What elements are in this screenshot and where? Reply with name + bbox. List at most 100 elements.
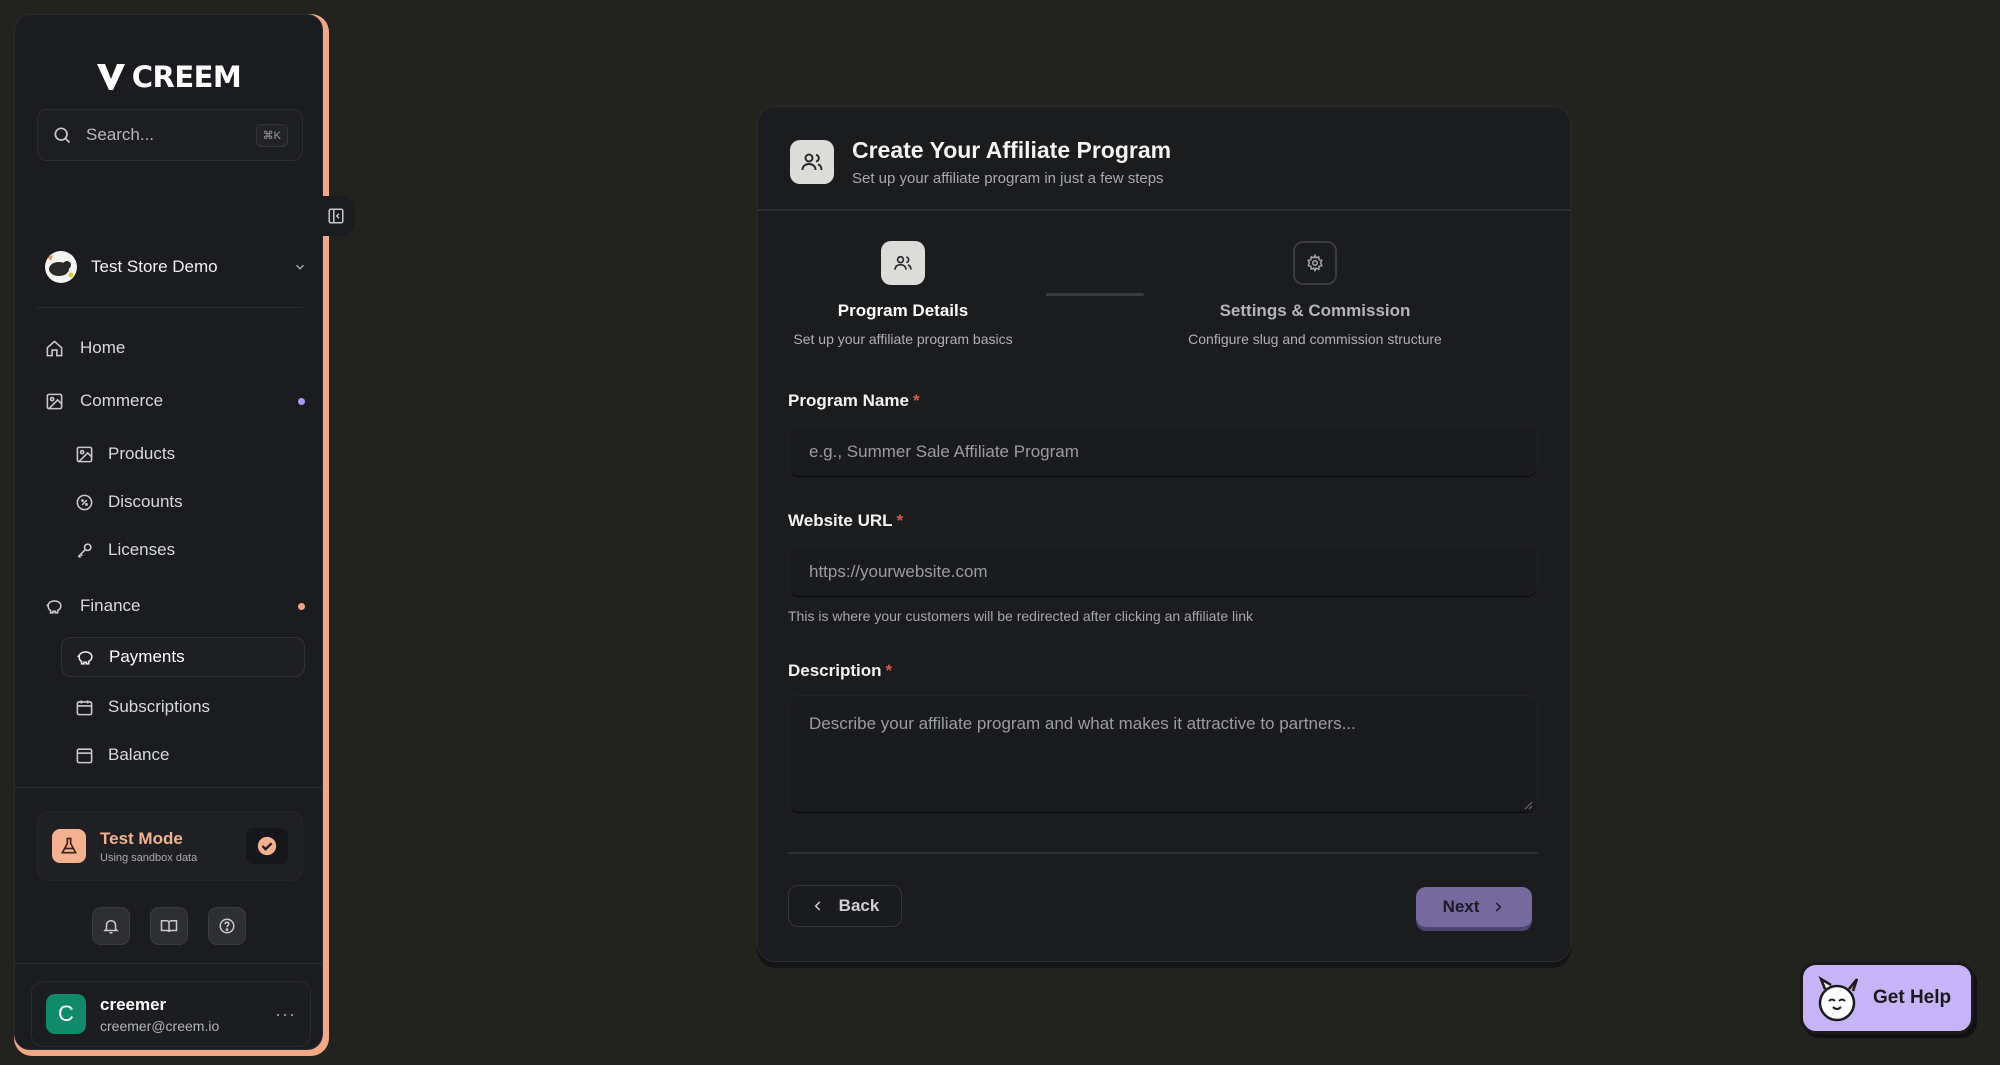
next-button-label: Next	[1442, 897, 1480, 916]
search-shortcut: ⌘K	[255, 123, 288, 147]
description-textarea[interactable]: Describe your affiliate program and what…	[788, 695, 1538, 815]
sidebar-item-balance[interactable]: Balance	[75, 735, 319, 775]
search-input[interactable]: Search... ⌘K	[37, 109, 303, 161]
back-button[interactable]: Back	[788, 885, 902, 927]
sidebar-item-home[interactable]: Home	[45, 328, 313, 368]
store-switcher[interactable]: Test Store Demo	[45, 247, 307, 287]
step-title: Program Details	[837, 301, 969, 320]
affiliate-program-wizard: Create Your Affiliate Program Set up you…	[757, 106, 1571, 962]
brand-name: CREEM	[131, 60, 242, 94]
piggy-bank-icon	[46, 599, 62, 614]
back-button-label: Back	[838, 896, 880, 915]
more-options-icon[interactable]: ···	[275, 1004, 296, 1025]
step-connector	[1046, 293, 1144, 296]
chevron-left-icon	[814, 901, 820, 911]
wallet-icon	[76, 747, 93, 763]
store-avatar	[45, 251, 77, 283]
discount-icon	[76, 494, 93, 510]
step-subtitle: Configure slug and commission structure	[1188, 331, 1442, 347]
description-label-text: Description	[788, 661, 882, 680]
program-name-input[interactable]: e.g., Summer Sale Affiliate Program	[788, 425, 1538, 479]
user-account[interactable]: C creemer creemer@creem.io ···	[31, 981, 311, 1047]
header-divider	[758, 209, 1570, 211]
notifications-button[interactable]	[91, 907, 130, 945]
program-name-placeholder: e.g., Summer Sale Affiliate Program	[809, 442, 1079, 461]
piggy-bank-icon	[77, 650, 93, 665]
get-help-button[interactable]: Get Help	[1800, 962, 1974, 1034]
sidebar-item-products[interactable]: Products	[75, 434, 319, 474]
key-icon	[77, 542, 92, 558]
sidebar-item-label: Payments	[109, 647, 185, 666]
bell-icon	[102, 919, 119, 934]
footer-divider	[788, 852, 1538, 854]
docs-button[interactable]	[149, 907, 188, 945]
page-title: Create Your Affiliate Program	[852, 137, 1172, 163]
sidebar-collapse-icon	[328, 208, 344, 224]
collapse-sidebar-button[interactable]	[318, 196, 354, 236]
book-open-icon	[160, 920, 177, 933]
sidebar-item-commerce[interactable]: Commerce	[45, 381, 313, 421]
page-subtitle: Set up your affiliate program in just a …	[852, 170, 1164, 187]
search-placeholder: Search...	[86, 125, 155, 144]
step-subtitle: Set up your affiliate program basics	[793, 331, 1013, 347]
test-mode-card: Test Mode Using sandbox data	[37, 811, 303, 881]
test-mode-title: Test Mode	[100, 828, 183, 848]
card-header: Create Your Affiliate Program Set up you…	[790, 137, 1171, 187]
website-url-help: This is where your customers will be red…	[788, 608, 1254, 624]
website-url-label: Website URL *	[788, 511, 903, 531]
avatar: C	[46, 994, 86, 1034]
test-mode-toggle[interactable]	[246, 828, 288, 864]
brand-logo[interactable]: CREEM	[15, 59, 322, 95]
finance-indicator-dot	[298, 602, 305, 610]
store-name: Test Store Demo	[91, 257, 218, 276]
program-name-label-text: Program Name	[788, 391, 909, 410]
step-title: Settings & Commission	[1219, 301, 1411, 320]
step-program-details[interactable]: Program Details Set up your affiliate pr…	[738, 241, 1068, 347]
gear-icon	[1293, 241, 1337, 285]
step-settings-commission[interactable]: Settings & Commission Configure slug and…	[1150, 241, 1480, 347]
chevron-down-icon	[295, 264, 305, 270]
sidebar-item-label: Licenses	[108, 540, 176, 559]
help-button[interactable]	[207, 907, 246, 945]
test-mode-subtitle: Using sandbox data	[100, 851, 198, 864]
quick-actions	[15, 907, 322, 945]
check-circle-icon	[257, 836, 277, 856]
website-url-placeholder: https://yourwebsite.com	[809, 562, 988, 581]
help-circle-icon	[219, 918, 234, 934]
user-email: creemer@creem.io	[100, 1017, 220, 1034]
sidebar-divider	[37, 307, 303, 308]
website-url-label-text: Website URL	[788, 511, 893, 530]
website-url-input[interactable]: https://yourwebsite.com	[788, 545, 1538, 599]
sidebar-item-discounts[interactable]: Discounts	[75, 482, 319, 522]
commerce-indicator-dot	[298, 397, 305, 405]
sidebar-item-label: Discounts	[108, 492, 183, 511]
home-icon	[46, 339, 63, 356]
flask-icon	[52, 829, 86, 863]
mascot-icon	[1818, 976, 1859, 1022]
user-name: creemer	[100, 994, 167, 1014]
program-name-label: Program Name *	[788, 391, 920, 411]
sidebar-item-label: Commerce	[80, 391, 164, 410]
sidebar-item-label: Subscriptions	[108, 697, 211, 716]
sidebar-divider	[15, 963, 322, 964]
sidebar-item-label: Products	[108, 444, 176, 463]
calendar-icon	[76, 699, 93, 715]
required-marker: *	[896, 511, 904, 530]
sidebar: CREEM Search... ⌘K Test Store Demo Home	[14, 14, 323, 1050]
sidebar-item-subscriptions[interactable]: Subscriptions	[75, 687, 319, 727]
sidebar-item-licenses[interactable]: Licenses	[75, 530, 319, 570]
sidebar-item-label: Finance	[80, 596, 141, 615]
image-icon	[76, 446, 93, 462]
get-help-label: Get Help	[1873, 987, 1952, 1008]
sidebar-divider	[15, 787, 322, 788]
resize-handle-icon[interactable]	[1523, 800, 1533, 810]
image-icon	[46, 393, 63, 409]
users-icon	[881, 241, 925, 285]
description-placeholder: Describe your affiliate program and what…	[809, 714, 1356, 733]
sidebar-item-label: Home	[80, 338, 126, 357]
sidebar-item-payments[interactable]: Payments	[61, 637, 305, 677]
next-button[interactable]: Next	[1416, 887, 1532, 927]
sidebar-item-finance[interactable]: Finance	[45, 586, 313, 626]
description-label: Description *	[788, 661, 892, 681]
sidebar-frame: CREEM Search... ⌘K Test Store Demo Home	[14, 14, 329, 1056]
